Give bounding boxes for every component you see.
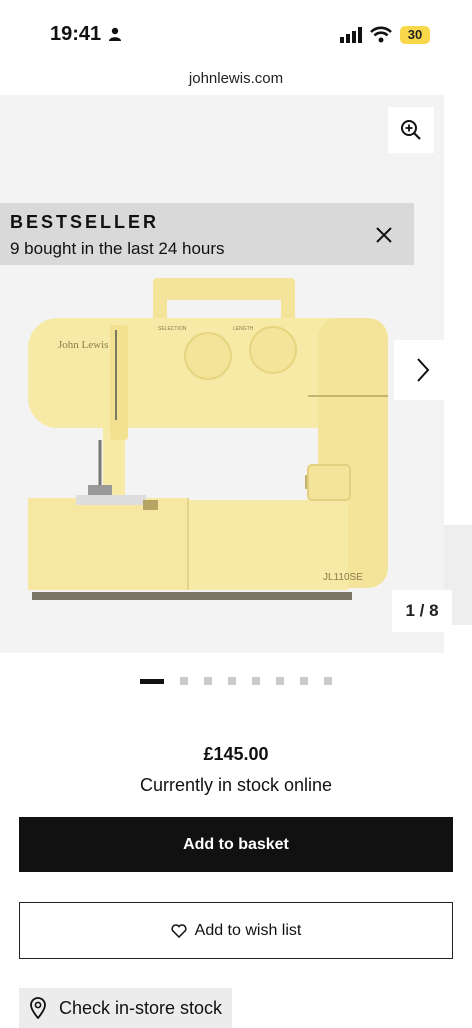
model-label: JL110SE [323, 572, 363, 583]
signal-icon [340, 27, 364, 48]
zoom-button[interactable] [388, 107, 434, 153]
status-bar: 19:41 30 [0, 0, 472, 62]
carousel-dot[interactable] [300, 677, 308, 685]
dial-left-label: SELECTION [158, 326, 187, 332]
zoom-icon [401, 120, 421, 140]
carousel-dot[interactable] [228, 677, 236, 685]
wifi-icon [370, 26, 392, 48]
product-price: £145.00 [203, 744, 269, 764]
add-to-basket-button[interactable]: Add to basket [19, 817, 453, 872]
image-counter: 1 / 8 [392, 590, 452, 632]
banner-subtitle: 9 bought in the last 24 hours [10, 239, 225, 258]
carousel-dot[interactable] [140, 678, 164, 684]
carousel-dot[interactable] [276, 677, 284, 685]
carousel-dot[interactable] [180, 677, 188, 685]
carousel-dot[interactable] [324, 677, 332, 685]
heart-icon [171, 923, 187, 938]
carousel-dot[interactable] [252, 677, 260, 685]
add-to-basket-label: Add to basket [183, 835, 289, 853]
location-pin-icon [30, 997, 46, 1019]
check-in-store-stock-button[interactable]: Check in-store stock [19, 988, 232, 1028]
add-to-wishlist-button[interactable]: Add to wish list [19, 902, 453, 959]
brand-label: John Lewis [58, 339, 108, 351]
stock-status: Currently in stock online [139, 775, 333, 795]
address-bar[interactable]: johnlewis.com [0, 70, 472, 87]
next-image-peek [444, 95, 472, 653]
close-icon[interactable] [372, 223, 396, 247]
product-image-gallery[interactable]: John Lewis JL110SE SELECTION LENGTH BEST… [0, 95, 472, 653]
status-time: 19:41 [50, 23, 102, 45]
check-in-store-label: Check in-store stock [59, 997, 223, 1018]
dial-right-label: LENGTH [233, 326, 254, 332]
banner-title: BESTSELLER [10, 212, 160, 232]
battery-indicator: 30 [400, 26, 430, 44]
product-image: John Lewis JL110SE SELECTION LENGTH [28, 278, 388, 600]
bestseller-banner: BESTSELLER 9 bought in the last 24 hours [0, 203, 414, 265]
chevron-right-icon [417, 358, 430, 382]
carousel-dot[interactable] [204, 677, 212, 685]
carousel-indicators[interactable] [0, 677, 472, 685]
person-icon [108, 27, 122, 46]
add-to-wishlist-label: Add to wish list [194, 921, 302, 939]
